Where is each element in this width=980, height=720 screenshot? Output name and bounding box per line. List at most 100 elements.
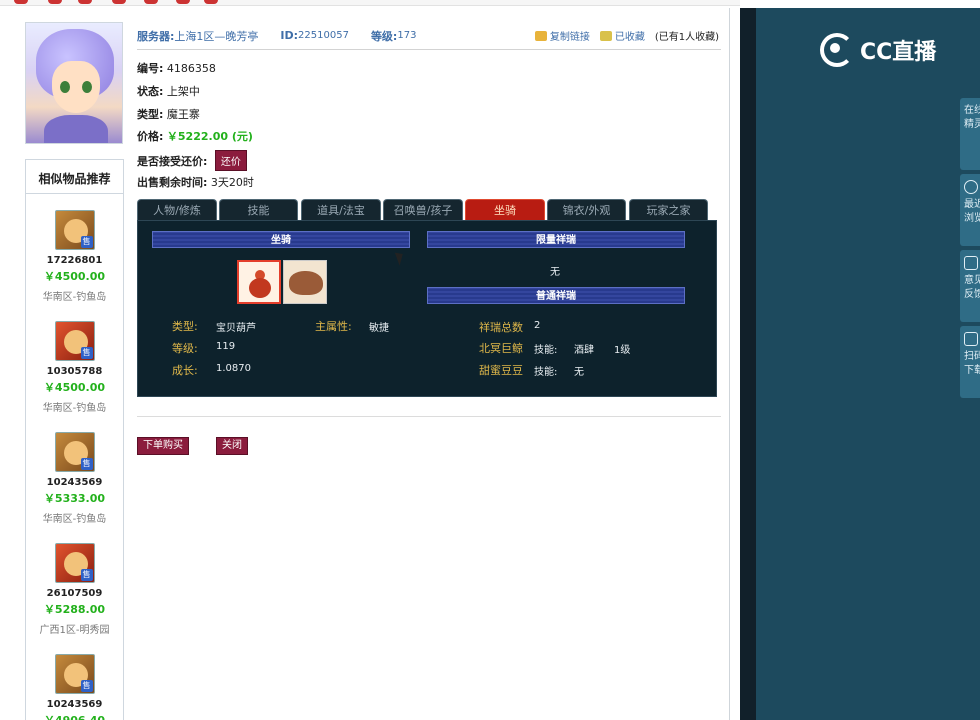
close-button[interactable]: 关闭 bbox=[216, 437, 248, 455]
xiangrui-2-name: 甜蜜豆豆 bbox=[479, 364, 523, 377]
xiangrui-2-skill-value: 无 bbox=[574, 367, 584, 378]
tab-items[interactable]: 道具/法宝 bbox=[301, 199, 381, 221]
similar-item-id: 10305788 bbox=[46, 366, 103, 377]
mount-growth-label: 成长: bbox=[172, 364, 198, 377]
mount-attr-value: 敏捷 bbox=[369, 323, 389, 334]
side-toolbar: 在线 精灵 最近 浏览 意见 反馈 扫码 下载 bbox=[960, 98, 980, 402]
similar-item[interactable]: 售 17226801 ￥4500.00 华南区-钓鱼岛 bbox=[26, 210, 123, 303]
similar-item-server: 华南区-钓鱼岛 bbox=[42, 403, 107, 414]
xiangrui-1-name: 北冥巨鲸 bbox=[479, 342, 523, 355]
detail-counter-offer: 是否接受还价: 还价 bbox=[137, 150, 247, 171]
level-label: 等级: bbox=[370, 29, 398, 43]
mount-attr-label: 主属性: bbox=[315, 320, 352, 333]
type-label: 类型: bbox=[137, 108, 164, 121]
pet-icon[interactable]: 售 bbox=[54, 432, 95, 472]
side-tool-label: 意见 反馈 bbox=[964, 275, 980, 300]
favorite-icon bbox=[599, 30, 612, 41]
tab-pets[interactable]: 召唤兽/孩子 bbox=[383, 199, 463, 221]
buy-button[interactable]: 下单购买 bbox=[137, 437, 189, 455]
price-value: ￥5222.00 (元) bbox=[166, 130, 253, 143]
limited-xiangrui-header: 限量祥瑞 bbox=[427, 231, 685, 248]
similar-item-id: 26107509 bbox=[46, 588, 103, 599]
favorite-button[interactable]: 已收藏 bbox=[599, 28, 645, 43]
tab-skills[interactable]: 技能 bbox=[219, 199, 298, 221]
tab-mounts[interactable]: 坐骑 bbox=[465, 199, 545, 221]
detail-time-left: 出售剩余时间: 3天20时 bbox=[137, 174, 254, 190]
similar-item[interactable]: 售 10305788 ￥4500.00 华南区-钓鱼岛 bbox=[26, 321, 123, 414]
tab-outfits[interactable]: 锦衣/外观 bbox=[547, 199, 626, 221]
similar-item-id: 17226801 bbox=[46, 255, 103, 266]
side-tool-history[interactable]: 最近 浏览 bbox=[960, 174, 980, 246]
mount-panel: 坐骑 限量祥瑞 无 普通祥瑞 类型: 宝贝葫芦 主属性: 敏捷 等级: 119 … bbox=[137, 220, 717, 397]
mount-slot-capybara[interactable] bbox=[283, 260, 327, 304]
xiangrui-1-skill-level: 1级 bbox=[614, 345, 631, 356]
scan-icon bbox=[964, 332, 978, 346]
mount-slot-gourd[interactable] bbox=[237, 260, 281, 304]
counter-offer-label: 是否接受还价: bbox=[137, 155, 208, 168]
similar-item-price: ￥4906.40 bbox=[26, 712, 123, 720]
id-label: ID: bbox=[280, 29, 299, 42]
xiangrui-2-skill-label: 技能: bbox=[534, 367, 558, 378]
edit-icon bbox=[964, 256, 978, 270]
page-divider bbox=[729, 8, 730, 720]
similar-items-title: 相似物品推荐 bbox=[26, 160, 123, 194]
favorite-label: 已收藏 bbox=[614, 32, 645, 43]
mount-level-label: 等级: bbox=[172, 342, 198, 355]
side-tool-label: 最近 浏览 bbox=[964, 199, 980, 224]
side-tool-feedback[interactable]: 意见 反馈 bbox=[960, 250, 980, 322]
price-label: 价格: bbox=[137, 130, 164, 143]
cc-logo-icon bbox=[820, 33, 854, 67]
favorite-count: (已有1人收藏) bbox=[654, 32, 719, 43]
similar-item[interactable]: 售 10243569 ￥4906.40 bbox=[26, 654, 123, 720]
pet-icon[interactable]: 售 bbox=[54, 543, 95, 583]
similar-item[interactable]: 售 26107509 ￥5288.00 广西1区-明秀园 bbox=[26, 543, 123, 636]
top-tab-marker bbox=[176, 0, 190, 4]
detail-status: 状态: 上架中 bbox=[137, 83, 200, 99]
tab-home[interactable]: 玩家之家 bbox=[629, 199, 708, 221]
gourd-icon bbox=[247, 270, 273, 298]
similar-item-server: 华南区-钓鱼岛 bbox=[42, 292, 107, 303]
side-tool-label: 在线 精灵 bbox=[964, 105, 980, 130]
cc-live-logo: CC直播 bbox=[820, 32, 950, 68]
top-tab-marker bbox=[144, 0, 158, 4]
side-tool-download[interactable]: 扫码 下载 bbox=[960, 326, 980, 398]
header-links: 复制链接 已收藏 (已有1人收藏) bbox=[534, 28, 719, 43]
similar-item-id: 10243569 bbox=[46, 699, 103, 710]
id-value: 22510057 bbox=[298, 30, 349, 41]
character-avatar bbox=[25, 22, 123, 144]
xiangrui-total-value: 2 bbox=[534, 320, 541, 331]
pet-icon[interactable]: 售 bbox=[54, 321, 95, 361]
number-label: 编号: bbox=[137, 62, 164, 75]
cc-logo-text: CC直播 bbox=[860, 40, 937, 65]
xiangrui-1-skill-value: 酒肆 bbox=[574, 345, 594, 356]
similar-item-price: ￥5288.00 bbox=[43, 603, 106, 616]
type-value: 魔王寨 bbox=[166, 108, 200, 121]
status-label: 状态: bbox=[137, 85, 164, 98]
xiangrui-1-skill-label: 技能: bbox=[534, 345, 558, 356]
copy-link-label: 复制链接 bbox=[549, 32, 590, 43]
level-value: 173 bbox=[397, 30, 417, 41]
top-tab-marker bbox=[204, 0, 218, 4]
top-tab-marker bbox=[48, 0, 62, 4]
top-tab-marker bbox=[112, 0, 126, 4]
similar-item-server: 广西1区-明秀园 bbox=[39, 625, 110, 636]
xiangrui-total-label: 祥瑞总数 bbox=[479, 321, 523, 334]
pet-icon[interactable]: 售 bbox=[54, 210, 95, 250]
pet-icon[interactable]: 售 bbox=[54, 654, 95, 694]
detail-price: 价格: ￥5222.00 (元) bbox=[137, 128, 253, 144]
time-left-value: 3天20时 bbox=[210, 176, 254, 189]
copy-link-button[interactable]: 复制链接 bbox=[534, 28, 590, 43]
similar-item[interactable]: 售 10243569 ￥5333.00 华南区-钓鱼岛 bbox=[26, 432, 123, 525]
counter-offer-button[interactable]: 还价 bbox=[214, 150, 247, 171]
detail-number: 编号: 4186358 bbox=[137, 60, 216, 76]
stream-side-panel bbox=[756, 8, 980, 720]
time-left-label: 出售剩余时间: bbox=[137, 176, 208, 189]
tab-character[interactable]: 人物/修炼 bbox=[137, 199, 217, 221]
dark-strip bbox=[740, 8, 756, 720]
folder-icon bbox=[534, 30, 547, 41]
server-value: 上海1区—晚芳亭 bbox=[174, 29, 259, 43]
status-value: 上架中 bbox=[166, 85, 200, 98]
capybara-icon bbox=[289, 271, 323, 295]
detail-tabs: 人物/修炼 技能 道具/法宝 召唤兽/孩子 坐骑 锦衣/外观 玩家之家 bbox=[137, 199, 717, 221]
side-tool-sprite[interactable]: 在线 精灵 bbox=[960, 98, 980, 170]
